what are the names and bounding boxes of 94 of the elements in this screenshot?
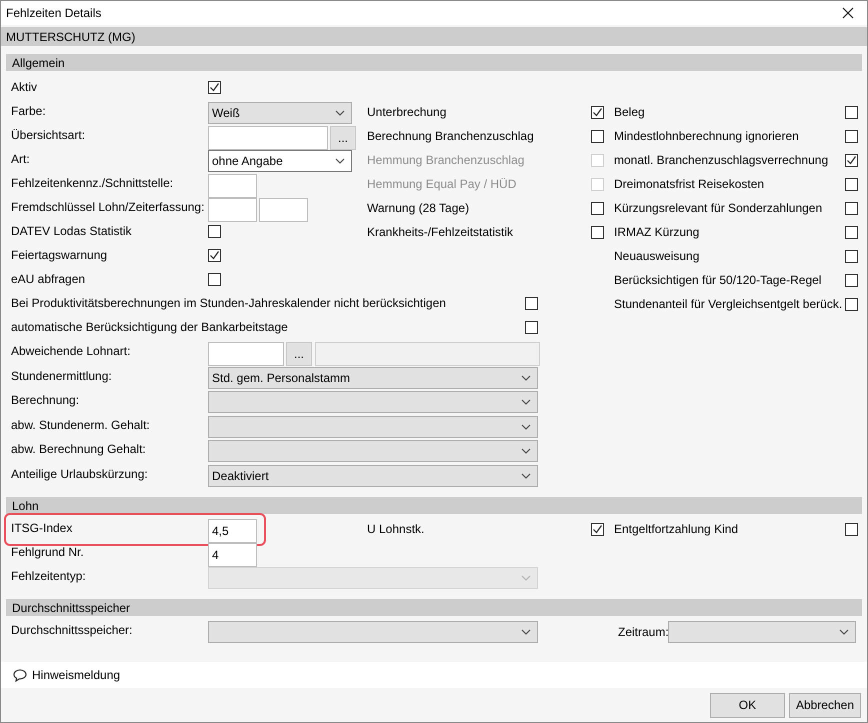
checkbox[interactable] (845, 226, 858, 238)
field-label: Fremdschlüssel Lohn/Zeiterfassung: (11, 199, 206, 216)
chevron-down-icon (335, 110, 345, 116)
field-label: Übersichtsart: (11, 127, 86, 144)
checkbox-label: Entgeltfortzahlung Kind (614, 521, 740, 538)
checkbox-label: Unterbrechung (367, 104, 448, 121)
input-field[interactable] (208, 342, 284, 366)
checkbox-label: Neuausweisung (614, 248, 700, 265)
field-label: eAU abfragen (11, 271, 86, 288)
checkbox[interactable] (845, 106, 858, 118)
checkbox-label: Berechnung Branchenzuschlag (367, 128, 535, 145)
field-label: Farbe: (11, 103, 47, 120)
checkbox-label: Hemmung Equal Pay / HÜD (367, 176, 518, 193)
checkbox-label: Beleg (614, 104, 646, 121)
checkbox[interactable] (591, 106, 604, 118)
field-label: Aktiv (11, 79, 38, 96)
checkbox[interactable] (208, 273, 221, 286)
checkbox[interactable] (845, 202, 858, 214)
checkbox-label: Hemmung Branchenzuschlag (367, 152, 526, 169)
checkbox[interactable] (591, 522, 604, 536)
checkbox-label: Mindestlohnberechnung ignorieren (614, 128, 800, 145)
input-field[interactable]: 4,5 (208, 519, 257, 543)
field-label: abw. Stundenerm. Gehalt: (11, 416, 151, 434)
dropdown[interactable]: Weiß (208, 102, 352, 124)
checkbox-label: Berücksichtigen für 50/120-Tage-Regel (614, 272, 822, 289)
input-field[interactable] (259, 198, 308, 222)
chevron-down-icon (521, 399, 531, 405)
chevron-down-icon (839, 629, 849, 635)
checkbox[interactable] (845, 154, 858, 166)
record-title: MUTTERSCHUTZ (MG) (6, 30, 136, 44)
checkbox[interactable] (208, 225, 221, 238)
browse-button[interactable]: ... (286, 342, 312, 366)
field-label: Abweichende Lohnart: (11, 343, 132, 360)
field-label: Fehlzeitentyp: (11, 568, 87, 585)
field-label: Anteilige Urlaubskürzung: (11, 466, 149, 482)
checkbox-label: Dreimonatsfrist Reisekosten (614, 176, 766, 193)
checkbox-label: Stundenanteil für Vergleichsentgelt berück. (614, 296, 844, 313)
checkbox-label: Krankheits-/Fehlzeitstatistik (367, 224, 514, 241)
window-title: Fehlzeiten Details (6, 6, 102, 20)
checkbox[interactable] (525, 321, 538, 334)
checkbox-label: Kürzungsrelevant für Sonderzahlungen (614, 200, 824, 217)
field-label: Stundenermittlung: (11, 368, 113, 384)
field-label: automatische Berücksichtigung der Bankarbeitstage (11, 319, 289, 336)
section-header: Lohn (6, 497, 862, 514)
field-label: Bei Produktivitätsberechnungen im Stunden-Jahreskalender nicht berücksichtigen (11, 295, 447, 312)
checkbox[interactable] (591, 130, 604, 142)
hint-message: Hinweismeldung (32, 668, 120, 682)
checkbox[interactable] (591, 202, 604, 214)
field-label: Feiertagswarnung (11, 247, 108, 264)
browse-button[interactable]: ... (330, 126, 356, 150)
dialog-button[interactable]: OK (710, 692, 785, 718)
checkbox[interactable] (845, 250, 858, 262)
dropdown[interactable]: Deaktiviert (208, 464, 538, 486)
speech-bubble-icon (13, 668, 27, 682)
field-label: Durchschnittsspeicher: (11, 622, 134, 639)
chevron-down-icon (521, 448, 531, 454)
dropdown[interactable]: Std. gem. Personalstamm (208, 366, 538, 388)
section-header: Durchschnittsspeicher (6, 599, 862, 616)
checkbox[interactable] (525, 297, 538, 310)
field-label: Fehlgrund Nr. (11, 544, 85, 561)
input-field[interactable] (208, 174, 257, 198)
input-field[interactable]: 4 (208, 543, 257, 567)
field-label: Berechnung: (11, 392, 80, 409)
field-label: ITSG-Index (11, 520, 74, 537)
checkbox[interactable] (845, 522, 858, 536)
field-label: Art: (11, 151, 31, 168)
field-label: DATEV Lodas Statistik (11, 223, 132, 240)
checkbox[interactable] (591, 226, 604, 238)
chevron-down-icon (521, 472, 531, 478)
checkbox[interactable] (208, 81, 221, 94)
chevron-down-icon (521, 629, 531, 635)
field-label: Zeitraum: (618, 624, 668, 641)
field-label: Fehlzeitenkennz./Schnittstelle: (11, 175, 174, 192)
dropdown[interactable]: ohne Angabe (208, 150, 352, 172)
checkbox[interactable] (845, 298, 858, 310)
dialog-button[interactable]: Abbrechen (788, 692, 861, 718)
checkbox[interactable] (208, 249, 221, 262)
checkbox[interactable] (845, 274, 858, 286)
checkbox-label: U Lohnstk. (367, 521, 426, 538)
input-field[interactable] (208, 126, 328, 150)
input-field[interactable] (315, 342, 540, 366)
checkbox[interactable] (845, 130, 858, 142)
chevron-down-icon (521, 575, 531, 581)
close-icon (842, 7, 854, 19)
checkbox-label: Warnung (28 Tage) (367, 200, 470, 217)
chevron-down-icon (521, 424, 531, 430)
input-field[interactable] (208, 198, 257, 222)
checkbox[interactable] (845, 178, 858, 190)
field-label: abw. Berechnung Gehalt: (11, 441, 147, 458)
checkbox-label: IRMAZ Kürzung (614, 224, 700, 241)
checkbox-label: monatl. Branchenzuschlagsverrechnung (614, 152, 830, 169)
chevron-down-icon (335, 158, 345, 164)
section-header: Allgemein (6, 54, 862, 71)
chevron-down-icon (521, 374, 531, 380)
